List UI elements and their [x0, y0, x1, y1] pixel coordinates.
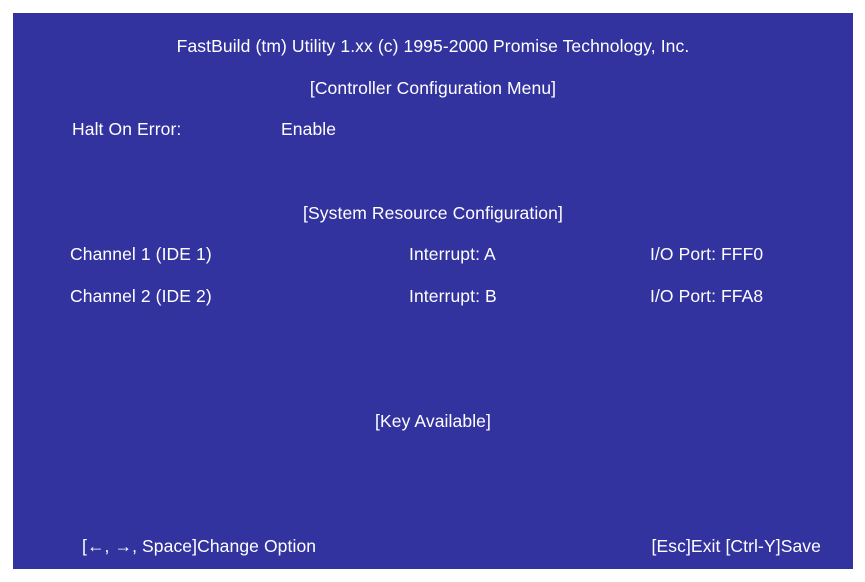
key-available-section-title: [Key Available] [375, 411, 491, 431]
channel-1-io-port: I/O Port: FFF0 [650, 244, 764, 264]
exit-save-key-hint: [Esc]Exit [Ctrl-Y]Save [651, 536, 821, 556]
menu-title: [Controller Configuration Menu] [309, 78, 557, 98]
channel-1-name: Channel 1 (IDE 1) [70, 244, 212, 264]
change-option-key-hint: [←, →, Space]Change Option [82, 536, 317, 556]
channel-2-name: Channel 2 (IDE 2) [70, 286, 212, 306]
system-resource-section-title: [System Resource Configuration] [303, 203, 563, 223]
halt-on-error-label: Halt On Error: [72, 119, 182, 139]
bios-screen: FastBuild (tm) Utility 1.xx (c) 1995-200… [13, 13, 853, 569]
channel-1-interrupt: Interrupt: A [409, 244, 496, 264]
halt-on-error-value[interactable]: Enable [281, 119, 336, 139]
utility-title: FastBuild (tm) Utility 1.xx (c) 1995-200… [176, 36, 690, 56]
channel-2-interrupt: Interrupt: B [409, 286, 497, 306]
channel-2-io-port: I/O Port: FFA8 [650, 286, 764, 306]
